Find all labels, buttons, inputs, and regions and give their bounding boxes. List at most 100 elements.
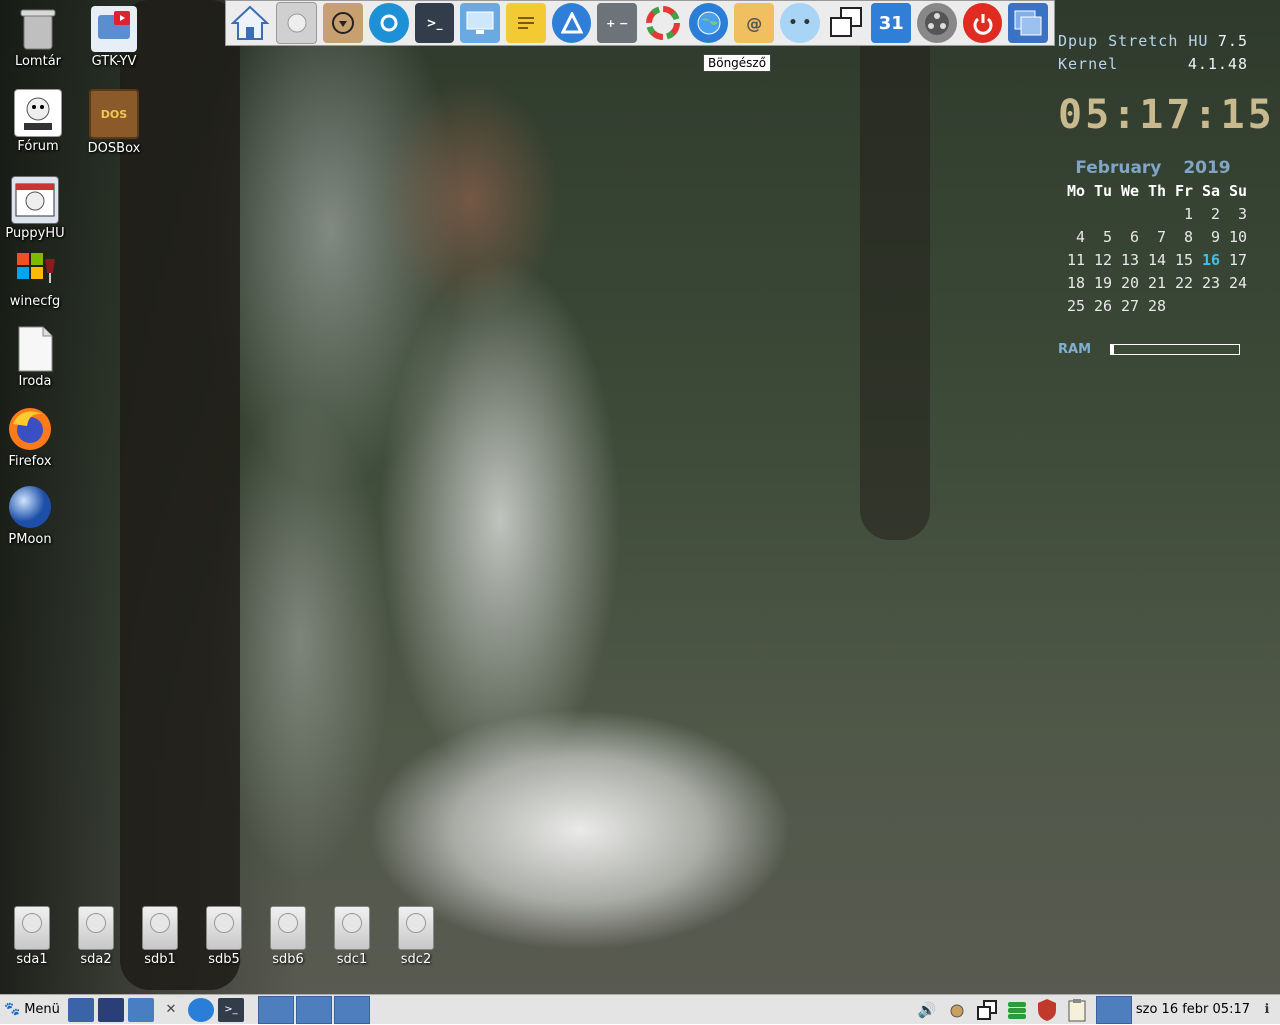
tooltip: Böngésző xyxy=(703,54,772,72)
ram-meter: RAM xyxy=(1058,342,1248,357)
drive-sda2[interactable]: sda2 xyxy=(66,906,126,967)
storage-icon[interactable] xyxy=(1004,997,1030,1023)
drive-label: sdb6 xyxy=(272,952,304,967)
email-icon[interactable]: @ xyxy=(734,3,775,43)
calendar-day: 26 xyxy=(1093,297,1112,315)
kernel-label: Kernel xyxy=(1058,55,1119,73)
ram-label: RAM xyxy=(1058,342,1092,357)
calendar-day: 13 xyxy=(1120,251,1139,269)
office-document-icon xyxy=(12,326,58,372)
taskbar-window-slot[interactable] xyxy=(333,995,370,1024)
distro-version: 7.5 xyxy=(1217,32,1248,50)
notes-icon[interactable] xyxy=(506,3,546,43)
network-icon[interactable] xyxy=(944,997,970,1023)
appstore-icon[interactable] xyxy=(551,3,592,43)
tools-icon[interactable]: ✕ xyxy=(158,998,184,1022)
pager-desktop[interactable] xyxy=(1095,995,1132,1024)
desktop-icon-label: PuppyHU xyxy=(5,226,65,241)
calendar-day: 19 xyxy=(1093,274,1112,292)
desktop-switch-icon[interactable] xyxy=(1008,3,1049,43)
info-icon[interactable]: ℹ xyxy=(1254,997,1280,1023)
desktop-icon-puppyhu[interactable]: PuppyHU xyxy=(0,176,70,241)
drive-sdb1[interactable]: sdb1 xyxy=(130,906,190,967)
clipboard-icon[interactable] xyxy=(1064,997,1090,1023)
terminal-icon[interactable]: >_ xyxy=(217,997,244,1022)
monitor-icon[interactable] xyxy=(460,3,501,43)
settings-icon[interactable] xyxy=(369,3,409,43)
drive-sdb6[interactable]: sdb6 xyxy=(258,906,318,967)
firewall-icon[interactable] xyxy=(1034,997,1060,1023)
menu-button[interactable]: 🐾 Menü xyxy=(0,995,64,1025)
calendar-icon[interactable]: 31 xyxy=(871,3,912,43)
desktop-icon-trash[interactable]: Lomtár xyxy=(3,6,73,69)
calendar-day: 7 xyxy=(1156,228,1166,246)
desktop-icon-firefox[interactable]: Firefox xyxy=(0,406,65,469)
taskbar-clock[interactable]: szo 16 febr 05:17 xyxy=(1136,1002,1250,1017)
desktop-icon-iroda[interactable]: Iroda xyxy=(0,326,70,389)
drive-icon xyxy=(334,906,370,950)
drive-icon xyxy=(270,906,306,950)
menu-label: Menü xyxy=(24,1002,60,1017)
desktop-icon-forum[interactable]: Fórum xyxy=(3,89,73,154)
taskbar: 🐾 Menü ✕ >_ 🔊 szo 16 febr 05:17 ℹ xyxy=(0,994,1280,1024)
volume-icon[interactable]: 🔊 xyxy=(914,997,940,1023)
calendar-blank xyxy=(1112,203,1139,226)
drive-sdb5[interactable]: sdb5 xyxy=(194,906,254,967)
calendar-grid: Mo Tu We Th Fr Sa Su 1 2 3 4 5 6 7 8 9 10 11 12 13 14 15 16 17 1… xyxy=(1058,180,1248,318)
browser-globe-icon[interactable] xyxy=(187,997,214,1022)
drive-sdc2[interactable]: sdc2 xyxy=(386,906,446,967)
media-reel-icon[interactable] xyxy=(917,3,957,43)
calendar-day: 15 xyxy=(1174,251,1193,269)
power-icon[interactable] xyxy=(962,3,1003,43)
desktop-icon-pmoon[interactable]: PMoon xyxy=(0,484,65,547)
drive-icon[interactable] xyxy=(275,2,318,44)
windows-icon[interactable] xyxy=(826,3,866,43)
desktop-icon-label: GTK-YV xyxy=(91,54,137,69)
drive-icon xyxy=(206,906,242,950)
calendar-day: 24 xyxy=(1228,274,1247,292)
calendar-blank xyxy=(1139,203,1166,226)
file-manager-icon[interactable] xyxy=(127,997,154,1022)
desktop-icon-label: DOSBox xyxy=(87,141,141,156)
drive-label: sda1 xyxy=(16,952,48,967)
kernel-row: Kernel 4.1.48 xyxy=(1058,53,1248,76)
puppy-icon[interactable] xyxy=(97,997,124,1022)
terminal-icon[interactable]: >_ xyxy=(414,3,455,43)
home-icon[interactable] xyxy=(230,3,270,43)
calendar-day: 22 xyxy=(1174,274,1193,292)
distro-label: Dpup Stretch HU xyxy=(1058,32,1209,50)
ram-bar-fill xyxy=(1111,345,1114,354)
color-wheel-icon[interactable] xyxy=(643,3,683,43)
calendar-blank xyxy=(1085,203,1112,226)
desktop-icon-gtk-yv[interactable]: GTK-YV xyxy=(79,6,149,69)
show-desktop-icon[interactable] xyxy=(67,997,94,1022)
puppy-linux-forum-icon xyxy=(14,89,62,137)
drive-sdc1[interactable]: sdc1 xyxy=(322,906,382,967)
desktop-icon-winecfg[interactable]: winecfg xyxy=(0,246,70,309)
desktop-icon-label: Firefox xyxy=(8,454,52,469)
calendar-weekday: Mo xyxy=(1066,182,1085,200)
desktop-icon-label: Iroda xyxy=(18,374,52,389)
calendar-day: 10 xyxy=(1228,228,1247,246)
desktop-icon-dosbox[interactable]: DOS DOSBox xyxy=(79,89,149,156)
dosbox-icon: DOS xyxy=(89,89,139,139)
window-switch-icon[interactable] xyxy=(974,997,1000,1023)
browser-globe-icon[interactable] xyxy=(688,3,729,43)
youtube-downloader-icon xyxy=(91,6,137,52)
background-tree xyxy=(860,0,930,540)
kernel-version: 4.1.48 xyxy=(1187,55,1248,73)
calendar-day: 17 xyxy=(1228,251,1247,269)
install-icon[interactable] xyxy=(323,3,364,43)
ram-bar xyxy=(1110,344,1240,355)
calendar-weekday: Tu xyxy=(1093,182,1112,200)
calendar-weekday: Sa xyxy=(1201,182,1220,200)
calendar-weekday: Th xyxy=(1147,182,1166,200)
drive-sda1[interactable]: sda1 xyxy=(2,906,62,967)
top-launcher-bar: >_ + − @ • • 31 xyxy=(225,0,1055,46)
taskbar-window-slot[interactable] xyxy=(257,995,294,1024)
firefox-icon xyxy=(7,406,53,452)
chat-icon[interactable]: • • xyxy=(780,3,820,43)
taskbar-window-slot[interactable] xyxy=(295,995,332,1024)
calendar-day: 4 xyxy=(1075,228,1085,246)
calculator-icon[interactable]: + − xyxy=(597,3,638,43)
